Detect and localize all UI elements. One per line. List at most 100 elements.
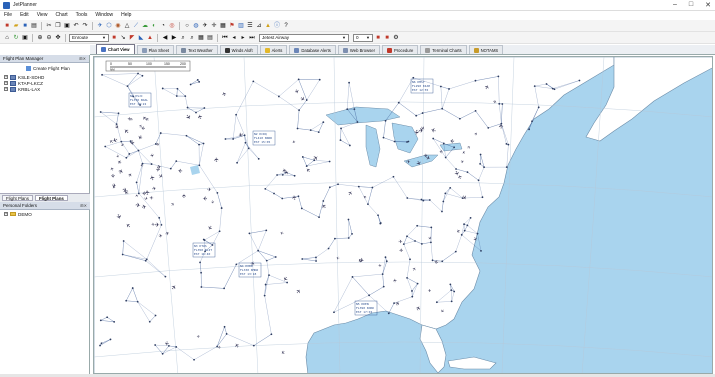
- pan-icon[interactable]: ✥: [54, 34, 62, 42]
- navaid-dot[interactable]: [356, 121, 359, 123]
- navaid-dot[interactable]: [474, 79, 477, 82]
- navaid-dot[interactable]: [235, 263, 238, 266]
- navaid-dot[interactable]: [154, 314, 157, 317]
- open-icon[interactable]: ▰: [12, 22, 20, 30]
- chart-map[interactable]: ✈ ✈ ✈ ✈ ✈ ✈ ✈ ✈ ✈ ✈ ✈ ✈ ✈ ✈ ✈ ✈ ✈ ✈ ✈ ✈ ✈ ✈ ✈ ✈ ✈ ✈ ✈ ✈ ✈ ✈ ✈ ✈ ✈ ✈ ✈ ✈ ✈ ✈ ✈ ✈…: [93, 56, 713, 374]
- aircraft-icon[interactable]: ✈: [291, 194, 299, 200]
- chart-icon[interactable]: ▥: [237, 22, 245, 30]
- navaid-dot[interactable]: [184, 95, 187, 98]
- navaid-dot[interactable]: [196, 79, 199, 81]
- navaid-dot[interactable]: [106, 316, 109, 319]
- ruler-icon[interactable]: ⊿: [255, 22, 263, 30]
- navaid-dot[interactable]: [466, 171, 469, 174]
- navaid-dot[interactable]: [160, 223, 163, 226]
- tab-terminal-charts[interactable]: Terminal Charts: [420, 45, 467, 54]
- route-mode-dropdown[interactable]: Enroute ▼: [69, 33, 109, 42]
- pin-close-icon[interactable]: ⊞✕: [80, 203, 87, 208]
- navaid-dot[interactable]: [351, 233, 353, 235]
- navaid-dot[interactable]: [252, 80, 255, 83]
- navaid-dot[interactable]: [257, 157, 260, 160]
- navaid-dot[interactable]: [487, 127, 490, 129]
- navaid-dot[interactable]: [200, 286, 203, 288]
- navaid-dot[interactable]: [382, 285, 385, 288]
- navaid-dot[interactable]: [223, 325, 226, 328]
- navaid-dot[interactable]: [154, 344, 157, 346]
- forward-icon[interactable]: ▶: [170, 34, 178, 42]
- paste-icon[interactable]: ▣: [63, 22, 71, 30]
- navaid-dot[interactable]: [265, 259, 268, 262]
- satellite-icon[interactable]: ◔: [159, 22, 167, 30]
- navaid-dot[interactable]: [481, 196, 484, 199]
- expand-icon[interactable]: +: [4, 87, 8, 91]
- navaid-dot[interactable]: [141, 74, 144, 77]
- navaid-dot[interactable]: [458, 117, 461, 120]
- undo-icon[interactable]: ↶: [72, 22, 80, 30]
- navaid-dot[interactable]: [340, 127, 342, 130]
- navaid-dot[interactable]: [442, 142, 445, 145]
- navaid-dot[interactable]: [264, 283, 267, 286]
- refresh-icon[interactable]: ↻: [12, 34, 20, 42]
- aircraft-icon[interactable]: ✈: [135, 202, 141, 210]
- aircraft-icon[interactable]: ✈: [412, 129, 420, 135]
- navaid-dot[interactable]: [169, 167, 172, 170]
- tab-flight-plans[interactable]: Flight Plans: [2, 195, 33, 201]
- tab-web-browser[interactable]: Web Browser: [337, 45, 380, 54]
- navaid-dot[interactable]: [392, 175, 395, 178]
- navaid-dot[interactable]: [145, 258, 148, 261]
- navaid-dot[interactable]: [185, 134, 188, 137]
- navaid-dot[interactable]: [411, 295, 414, 298]
- compass-icon[interactable]: ✛: [210, 22, 218, 30]
- navaid-dot[interactable]: [333, 311, 335, 314]
- navaid-dot[interactable]: [276, 174, 279, 176]
- radar-icon[interactable]: ◐: [150, 22, 158, 30]
- navaid-dot[interactable]: [505, 142, 508, 145]
- fix-icon[interactable]: △: [123, 22, 131, 30]
- record-icon[interactable]: ■: [383, 34, 391, 42]
- navaid-dot[interactable]: [441, 210, 443, 213]
- redo-icon[interactable]: ↷: [81, 22, 89, 30]
- next-icon[interactable]: ▸: [239, 34, 247, 42]
- new-icon[interactable]: ■: [3, 22, 11, 30]
- tab-chart-view[interactable]: Chart View: [96, 44, 135, 54]
- navaid-dot[interactable]: [300, 207, 303, 210]
- navaid-dot[interactable]: [463, 229, 466, 232]
- aircraft-icon[interactable]: ✈: [406, 159, 411, 165]
- navaid-dot[interactable]: [463, 223, 465, 226]
- navaid-dot[interactable]: [531, 120, 533, 123]
- airway-dropdown[interactable]: Jetest Airway ▼: [259, 33, 349, 42]
- info-icon[interactable]: ⓘ: [273, 22, 281, 30]
- back-icon[interactable]: ◀: [161, 34, 169, 42]
- plane-icon[interactable]: ✈: [201, 22, 209, 30]
- flag-icon[interactable]: ⚑: [228, 22, 236, 30]
- prev-icon[interactable]: ◂: [230, 34, 238, 42]
- navaid-dot[interactable]: [420, 243, 423, 245]
- navaid-dot[interactable]: [479, 153, 482, 156]
- navaid-dot[interactable]: [101, 73, 103, 76]
- menu-chart[interactable]: Chart: [55, 12, 67, 18]
- aircraft-icon[interactable]: ✈: [154, 167, 161, 173]
- map-canvas[interactable]: ✈✈✈✈✈✈✈✈✈✈✈✈✈✈✈✈✈✈✈✈✈✈✈✈✈✈✈✈✈✈✈✈✈✈✈✈✈✈✈✈…: [94, 57, 713, 374]
- target-icon[interactable]: ◎: [168, 22, 176, 30]
- navaid-dot[interactable]: [122, 240, 125, 242]
- navaid-dot[interactable]: [384, 119, 387, 122]
- navaid-dot[interactable]: [553, 88, 556, 91]
- navaid-dot[interactable]: [232, 138, 235, 140]
- vor-icon[interactable]: ⬡: [105, 22, 113, 30]
- navaid-dot[interactable]: [432, 137, 435, 140]
- navaid-dot[interactable]: [479, 162, 482, 165]
- navaid-dot[interactable]: [202, 142, 205, 145]
- navaid-dot[interactable]: [439, 85, 442, 88]
- aircraft-icon[interactable]: ✈: [149, 194, 154, 200]
- navaid-dot[interactable]: [498, 102, 501, 105]
- copy-icon[interactable]: ❐: [54, 22, 62, 30]
- aircraft-icon[interactable]: ✈: [150, 222, 156, 226]
- navaid-dot[interactable]: [218, 230, 221, 233]
- level-dropdown[interactable]: 0 ▼: [353, 33, 373, 42]
- navaid-dot[interactable]: [136, 300, 139, 303]
- tab-alerts[interactable]: Alerts: [259, 45, 288, 54]
- navaid-dot[interactable]: [351, 276, 354, 278]
- navaid-dot[interactable]: [198, 80, 201, 83]
- minimize-icon[interactable]: –: [673, 1, 677, 9]
- navaid-dot[interactable]: [477, 179, 480, 182]
- navaid-dot[interactable]: [430, 241, 432, 244]
